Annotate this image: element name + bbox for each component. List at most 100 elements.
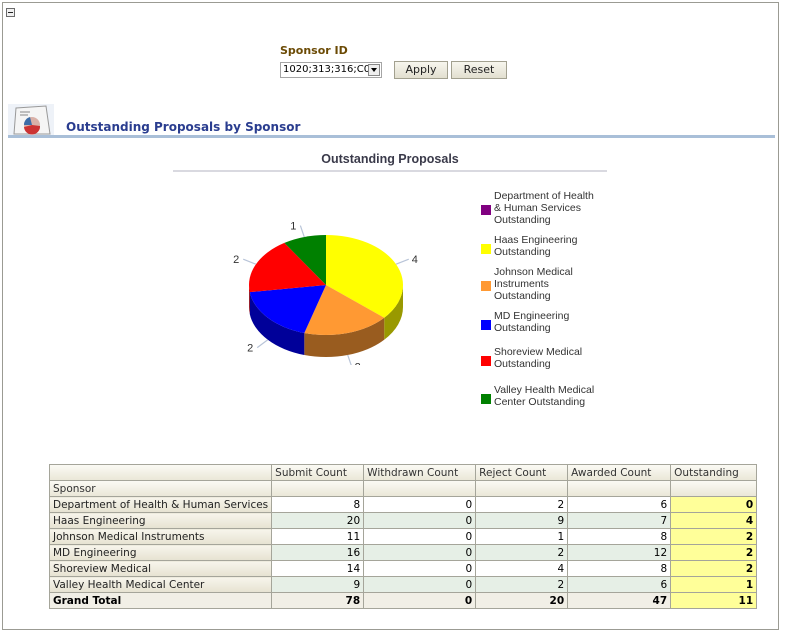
- legend-label-line: Department of Health: [494, 190, 594, 202]
- table-row: Department of Health & Human Services 8 0 2…: [48, 496, 758, 513]
- value-cell: 2: [475, 496, 569, 513]
- column-header: Withdrawn Count: [363, 464, 477, 481]
- data-label: 4: [412, 254, 418, 266]
- empty-cell: [363, 480, 477, 497]
- table-row: MD Engineering 16 0 2 12 2: [48, 544, 758, 561]
- outstanding-cell: 0: [670, 496, 758, 513]
- legend-label: Johnson Medical Instruments Outstanding: [494, 266, 619, 302]
- collapse-section-button[interactable]: [6, 8, 15, 17]
- legend-label: Valley Health Medical Center Outstanding: [494, 384, 619, 408]
- sponsor-cell: Shoreview Medical: [48, 560, 273, 577]
- legend-label-line: Center Outstanding: [494, 396, 586, 408]
- value-cell: 2: [475, 544, 569, 561]
- value-cell: 20: [271, 512, 365, 529]
- legend-label-line: Outstanding: [494, 214, 551, 226]
- value-cell: 4: [475, 560, 569, 577]
- outstanding-cell: 1: [670, 576, 758, 593]
- total-cell-outstanding: 11: [670, 592, 758, 609]
- value-cell: 0: [363, 512, 477, 529]
- outstanding-cell: 2: [670, 560, 758, 577]
- value-cell: 6: [567, 576, 672, 593]
- pie-chart: 4 2 2 2 1: [233, 221, 418, 365]
- grand-total-label: Grand Total: [48, 592, 273, 609]
- data-label-leader: [299, 225, 305, 238]
- chart-title: Outstanding Proposals: [321, 152, 459, 166]
- value-cell: 9: [271, 576, 365, 593]
- value-cell: 9: [475, 512, 569, 529]
- value-cell: 0: [363, 544, 477, 561]
- value-cell: 7: [567, 512, 672, 529]
- sponsor-header: Sponsor: [48, 480, 273, 497]
- legend-label-line: Outstanding: [494, 322, 551, 334]
- legend-swatch: [481, 244, 491, 254]
- legend-label: Haas Engineering Outstanding: [494, 234, 619, 258]
- value-cell: 0: [363, 528, 477, 545]
- legend-label-line: Valley Health Medical: [494, 384, 595, 396]
- table-row: Shoreview Medical 14 0 4 8 2: [48, 560, 758, 577]
- outstanding-cell: 2: [670, 528, 758, 545]
- table-row: Johnson Medical Instruments 11 0 1 8 2: [48, 528, 758, 545]
- sponsor-cell: Haas Engineering: [48, 512, 273, 529]
- sponsor-cell: Department of Health & Human Services: [48, 496, 273, 513]
- value-cell: 0: [363, 496, 477, 513]
- row-header-row: Sponsor: [48, 480, 758, 497]
- sponsor-id-label: Sponsor ID: [280, 44, 348, 57]
- column-header: Submit Count: [271, 464, 365, 481]
- column-header: Awarded Count: [567, 464, 672, 481]
- data-label-leader: [256, 339, 269, 349]
- data-label: 2: [233, 254, 239, 266]
- empty-cell: [567, 480, 672, 497]
- column-header: Outstanding: [670, 464, 758, 481]
- column-header: Reject Count: [475, 464, 569, 481]
- pivot-table: Submit Count Withdrawn Count Reject Coun…: [48, 464, 758, 609]
- legend-label-line: Outstanding: [494, 358, 551, 370]
- reset-button[interactable]: Reset: [451, 61, 507, 79]
- column-header-row: Submit Count Withdrawn Count Reject Coun…: [48, 464, 758, 481]
- legend-swatch: [481, 394, 491, 404]
- pie-chart-report-icon: [8, 104, 54, 136]
- dropdown-arrow-icon[interactable]: [368, 64, 380, 76]
- sponsor-id-value: 1020;313;316;C0: [283, 64, 371, 75]
- outstanding-cell: 2: [670, 544, 758, 561]
- apply-button[interactable]: Apply: [394, 61, 448, 79]
- value-cell: 0: [363, 560, 477, 577]
- value-cell: 8: [271, 496, 365, 513]
- value-cell: 1: [475, 528, 569, 545]
- legend-swatch: [481, 320, 491, 330]
- data-label-leader: [395, 258, 409, 265]
- chart-title-divider: [173, 170, 607, 172]
- legend-label-line: Outstanding: [494, 290, 551, 302]
- corner-cell: [48, 464, 273, 481]
- legend-label: Department of Health & Human Services Outs…: [494, 190, 619, 226]
- grand-total-row: Grand Total 78 0 20 47 11: [48, 592, 758, 609]
- sponsor-cell: Valley Health Medical Center: [48, 576, 273, 593]
- table-body: Department of Health & Human Services 8 0 2…: [48, 496, 758, 593]
- legend-label-line: MD Engineering: [494, 310, 570, 322]
- legend-label-line: Johnson Medical: [494, 266, 573, 278]
- value-cell: 2: [475, 576, 569, 593]
- table-row: Valley Health Medical Center 9 0 2 6 1: [48, 576, 758, 593]
- sponsor-cell: MD Engineering: [48, 544, 273, 561]
- empty-cell: [475, 480, 569, 497]
- table-row: Haas Engineering 20 0 9 7 4: [48, 512, 758, 529]
- section-title: Outstanding Proposals by Sponsor: [66, 120, 301, 134]
- legend-label-line: Shoreview Medical: [494, 346, 583, 358]
- value-cell: 6: [567, 496, 672, 513]
- sponsor-cell: Johnson Medical Instruments: [48, 528, 273, 545]
- total-cell: 20: [475, 592, 569, 609]
- value-cell: 8: [567, 528, 672, 545]
- section-divider: [8, 135, 775, 138]
- value-cell: 0: [363, 576, 477, 593]
- data-label-leader: [347, 354, 352, 365]
- value-cell: 16: [271, 544, 365, 561]
- legend-swatch: [481, 281, 491, 291]
- data-label: 2: [247, 343, 253, 355]
- total-cell: 78: [271, 592, 365, 609]
- legend-label: MD Engineering Outstanding: [494, 310, 619, 334]
- data-label: 2: [355, 361, 361, 365]
- legend-label-line: Instruments: [494, 278, 549, 290]
- legend-label: Shoreview Medical Outstanding: [494, 346, 619, 370]
- legend-label-line: & Human Services: [494, 202, 581, 214]
- sponsor-id-select[interactable]: 1020;313;316;C0: [280, 62, 382, 78]
- legend-label-line: Haas Engineering: [494, 234, 578, 246]
